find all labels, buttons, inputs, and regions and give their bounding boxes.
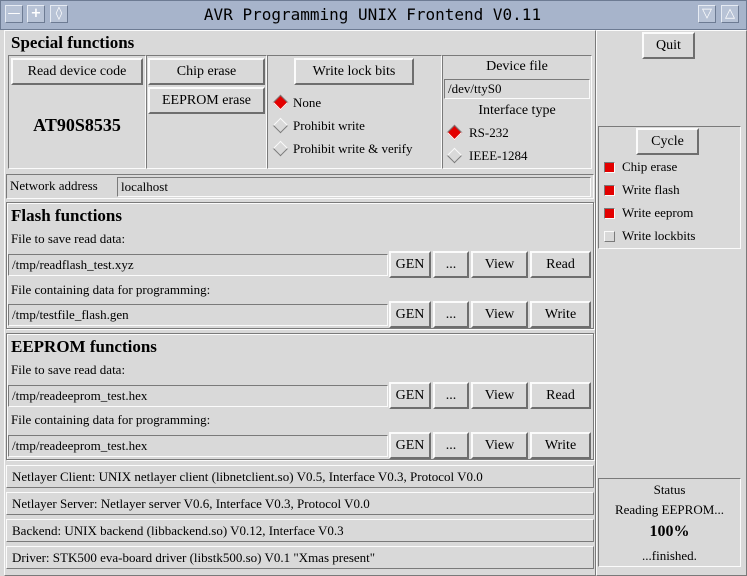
eeprom-read-gen-button[interactable]: GEN (389, 382, 431, 409)
cycle-write-flash-checkbox[interactable] (604, 185, 615, 196)
cycle-write-lockbits-label: Write lockbits (622, 228, 696, 243)
cycle-chip-erase-label: Chip erase (622, 159, 678, 174)
flash-view-read-button[interactable]: View (471, 251, 528, 278)
quit-button[interactable]: Quit (642, 32, 695, 59)
lock-prohibit-write-label: Prohibit write (293, 118, 365, 133)
interface-ieee1284-label: IEEE-1284 (469, 148, 528, 163)
device-file-input[interactable]: /dev/ttyS0 (444, 79, 590, 99)
flash-prog-label: File containing data for programming: (11, 282, 211, 297)
interface-type-label: Interface type (478, 103, 556, 118)
flash-functions-heading: Flash functions (11, 206, 122, 225)
netlayer-server-info: Netlayer Server: Netlayer server V0.6, I… (6, 492, 594, 515)
network-address-input[interactable]: localhost (117, 177, 591, 197)
flash-read-gen-button[interactable]: GEN (389, 251, 431, 278)
flash-read-label: File to save read data: (11, 231, 126, 246)
eeprom-prog-gen-button[interactable]: GEN (389, 432, 431, 459)
cycle-write-lockbits-checkbox[interactable] (604, 231, 615, 242)
chip-erase-button[interactable]: Chip erase (148, 58, 265, 85)
down-arrow-icon[interactable]: ▽ (698, 5, 716, 23)
flash-prog-file-input[interactable]: /tmp/testfile_flash.gen (8, 304, 388, 326)
eeprom-prog-browse-button[interactable]: ... (433, 432, 469, 459)
write-lock-bits-button[interactable]: Write lock bits (294, 58, 414, 85)
netlayer-client-info: Netlayer Client: UNIX netlayer client (l… (6, 465, 594, 488)
flash-read-file-input[interactable]: /tmp/readflash_test.xyz (8, 254, 388, 276)
flash-prog-browse-button[interactable]: ... (433, 301, 469, 328)
read-device-code-button[interactable]: Read device code (11, 58, 143, 85)
driver-info: Driver: STK500 eva-board driver (libstk5… (6, 546, 594, 569)
eeprom-read-label: File to save read data: (11, 362, 126, 377)
device-code-value: AT90S8535 (33, 115, 121, 135)
eeprom-prog-label: File containing data for programming: (11, 412, 211, 427)
eeprom-erase-button[interactable]: EEPROM erase (148, 87, 265, 114)
eeprom-view-read-button[interactable]: View (471, 382, 528, 409)
lock-none-label: None (293, 95, 322, 110)
eeprom-functions-heading: EEPROM functions (11, 337, 157, 356)
status-progress: 100% (649, 523, 690, 540)
device-file-label: Device file (486, 59, 548, 74)
up-arrow-icon[interactable]: △ (721, 5, 739, 23)
eeprom-write-button[interactable]: Write (530, 432, 591, 459)
eeprom-read-file-input[interactable]: /tmp/readeeprom_test.hex (8, 385, 388, 407)
status-message: Reading EEPROM... (614, 502, 725, 517)
interface-rs232-label: RS-232 (469, 125, 509, 140)
flash-view-prog-button[interactable]: View (471, 301, 528, 328)
special-functions-heading: Special functions (11, 33, 135, 52)
status-heading: Status (653, 482, 686, 497)
cycle-button[interactable]: Cycle (636, 128, 699, 155)
status-result: ...finished. (642, 548, 697, 563)
cycle-write-eeprom-label: Write eeprom (622, 205, 694, 220)
flash-prog-gen-button[interactable]: GEN (389, 301, 431, 328)
cycle-write-flash-label: Write flash (622, 182, 680, 197)
eeprom-prog-file-input[interactable]: /tmp/readeeprom_test.hex (8, 435, 388, 457)
eeprom-read-button[interactable]: Read (530, 382, 591, 409)
network-address-label: Network address (10, 178, 98, 193)
cycle-write-eeprom-checkbox[interactable] (604, 208, 615, 219)
flash-read-button[interactable]: Read (530, 251, 591, 278)
menu-icon[interactable]: ◊ (50, 5, 68, 23)
flash-read-browse-button[interactable]: ... (433, 251, 469, 278)
backend-info: Backend: UNIX backend (libbackend.so) V0… (6, 519, 594, 542)
eeprom-view-prog-button[interactable]: View (471, 432, 528, 459)
cycle-chip-erase-checkbox[interactable] (604, 162, 615, 173)
lock-prohibit-write-verify-label: Prohibit write & verify (293, 141, 413, 156)
flash-write-button[interactable]: Write (530, 301, 591, 328)
maximize-icon[interactable]: + (27, 5, 45, 23)
window-title: AVR Programming UNIX Frontend V0.11 (203, 5, 542, 24)
minimize-icon[interactable]: — (5, 5, 23, 23)
eeprom-read-browse-button[interactable]: ... (433, 382, 469, 409)
